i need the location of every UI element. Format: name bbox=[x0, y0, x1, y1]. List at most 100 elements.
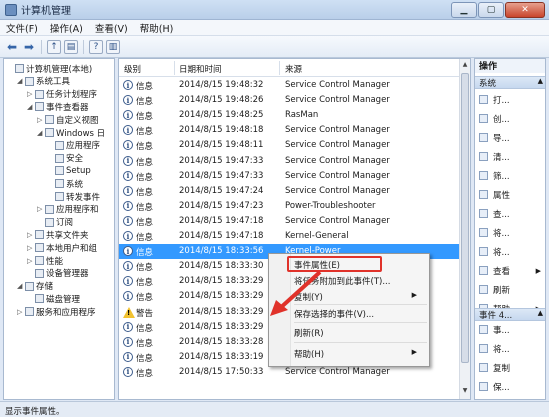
scroll-down-icon[interactable]: ▼ bbox=[461, 387, 469, 397]
back-icon[interactable]: ⬅ bbox=[5, 40, 19, 54]
tree-item[interactable]: ◢ 存储 bbox=[17, 280, 53, 293]
info-icon: i bbox=[123, 366, 133, 377]
event-row[interactable]: i 信息 2014/8/15 19:48:11 Service Control Man… bbox=[119, 138, 460, 153]
menu-help[interactable]: 帮助(H) bbox=[134, 21, 180, 35]
refresh-item[interactable]: 刷新(R) bbox=[294, 327, 427, 341]
action-item[interactable]: 复制 bbox=[479, 361, 543, 374]
action-item[interactable]: 导... bbox=[479, 131, 543, 144]
actions-section-system[interactable]: 系统 ▲ bbox=[475, 76, 545, 89]
menu-bar: 文件(F) 操作(A) 查看(V) 帮助(H) bbox=[0, 20, 549, 36]
help-icon[interactable]: ? bbox=[89, 39, 103, 54]
tree-item[interactable]: 应用程序 bbox=[47, 139, 100, 152]
collapse-icon[interactable]: ▲ bbox=[538, 77, 543, 85]
tree-item[interactable]: ▷ 服务和应用程序 bbox=[17, 305, 96, 318]
tree-item[interactable]: ▷ 应用程序和 bbox=[37, 203, 99, 216]
tree-item[interactable]: 订阅 bbox=[37, 216, 73, 229]
action-item[interactable]: 事... bbox=[479, 323, 543, 336]
maximize-button[interactable]: ▢ bbox=[478, 2, 504, 18]
event-row[interactable]: i 信息 2014/8/15 19:47:18 Kernel-General bbox=[119, 229, 460, 244]
tree-item[interactable]: 转发事件 bbox=[47, 190, 100, 203]
show-hide-tree-icon[interactable]: ▤ bbox=[64, 39, 78, 54]
expand-toggle-icon[interactable]: ◢ bbox=[17, 77, 25, 85]
forward-icon[interactable]: ➡ bbox=[22, 40, 36, 54]
event-row[interactable]: i 信息 2014/8/15 19:48:26 Service Control Man… bbox=[119, 93, 460, 108]
expand-toggle-icon[interactable]: ◢ bbox=[17, 282, 25, 290]
column-separator[interactable] bbox=[279, 61, 280, 75]
expand-toggle-icon[interactable]: ◢ bbox=[27, 103, 35, 111]
menu-separator bbox=[294, 342, 427, 343]
tree-item-label: 共享文件夹 bbox=[46, 230, 89, 241]
tree-item[interactable]: ▷ 任务计划程序 bbox=[27, 88, 97, 101]
action-item[interactable]: 筛... bbox=[479, 169, 543, 182]
menu-view[interactable]: 查看(V) bbox=[89, 21, 134, 35]
help-item[interactable]: 帮助(H) ▶ bbox=[294, 348, 427, 362]
tree-item[interactable]: 计算机管理(本地) bbox=[7, 62, 92, 75]
expand-toggle-icon[interactable]: ▷ bbox=[37, 205, 45, 213]
users-icon bbox=[35, 243, 44, 253]
minimize-button[interactable]: ▁ bbox=[451, 2, 477, 18]
event-row[interactable]: i 信息 2014/8/15 19:48:25 RasMan bbox=[119, 108, 460, 123]
event-level: 信息 bbox=[136, 142, 154, 153]
event-row[interactable]: i 信息 2014/8/15 19:48:32 Service Control Man… bbox=[119, 78, 460, 93]
event-row[interactable]: i 信息 2014/8/15 17:50:33 Service Control Man… bbox=[119, 365, 460, 380]
event-source: Service Control Manager bbox=[285, 170, 390, 181]
action-item[interactable]: 查看 ▶ bbox=[479, 264, 543, 277]
tree-item[interactable]: ▷ 本地用户和组 bbox=[27, 241, 97, 254]
event-row[interactable]: i 信息 2014/8/15 19:47:18 Service Control Man… bbox=[119, 214, 460, 229]
expand-toggle-icon[interactable]: ▷ bbox=[27, 257, 35, 265]
action-item[interactable]: 将... bbox=[479, 245, 543, 258]
action-item[interactable]: 刷新 bbox=[479, 283, 543, 296]
scrollbar-thumb[interactable] bbox=[461, 73, 469, 363]
expand-toggle-icon[interactable]: ▷ bbox=[17, 308, 25, 316]
event-source: Service Control Manager bbox=[285, 80, 390, 90]
column-header-level[interactable]: 级别 bbox=[124, 63, 141, 75]
event-row[interactable]: i 信息 2014/8/15 19:47:23 Power-Troubleshoote… bbox=[119, 199, 460, 214]
column-header-datetime[interactable]: 日期和时间 bbox=[179, 63, 222, 75]
column-header-source[interactable]: 来源 bbox=[285, 63, 302, 75]
expand-toggle-icon[interactable]: ▷ bbox=[27, 231, 35, 239]
action-item[interactable]: 将... bbox=[479, 226, 543, 239]
tree-item[interactable]: 设备管理器 bbox=[27, 267, 89, 280]
actions-section-event[interactable]: 事件 4... ▲ bbox=[475, 308, 545, 321]
tree-item[interactable]: ◢ 事件查看器 bbox=[27, 100, 89, 113]
action-item[interactable]: 清... bbox=[479, 150, 543, 163]
folder-icon bbox=[45, 115, 54, 125]
event-datetime: 2014/8/15 18:33:19 bbox=[179, 351, 264, 362]
menu-action[interactable]: 操作(A) bbox=[44, 21, 89, 35]
event-row[interactable]: i 信息 2014/8/15 19:47:33 Service Control Man… bbox=[119, 169, 460, 184]
tree-item[interactable]: ◢ Windows 日 bbox=[37, 126, 105, 139]
up-folder-icon[interactable]: ↑ bbox=[47, 39, 61, 54]
action-item[interactable]: 查... bbox=[479, 207, 543, 220]
tree-item[interactable]: 安全 bbox=[47, 152, 83, 165]
event-row[interactable]: i 信息 2014/8/15 19:48:18 Service Control Man… bbox=[119, 123, 460, 138]
tree-item[interactable]: ▷ 共享文件夹 bbox=[27, 228, 89, 241]
action-item[interactable]: 属性 bbox=[479, 188, 543, 201]
expand-toggle-icon[interactable]: ▷ bbox=[37, 116, 45, 124]
device-manager-icon bbox=[35, 268, 44, 278]
action-item[interactable]: 打... bbox=[479, 93, 543, 106]
expand-toggle-icon[interactable]: ▷ bbox=[27, 90, 35, 98]
event-row[interactable]: i 信息 2014/8/15 19:47:33 Service Control Man… bbox=[119, 154, 460, 169]
tree-item[interactable]: 系统 bbox=[47, 177, 83, 190]
expand-toggle-icon[interactable]: ▷ bbox=[27, 244, 35, 252]
action-item[interactable]: 刷新 bbox=[479, 399, 543, 400]
tree-item[interactable]: ▷ 自定义视图 bbox=[37, 113, 99, 126]
collapse-icon[interactable]: ▲ bbox=[538, 309, 543, 317]
event-row[interactable]: i 信息 2014/8/15 19:47:24 Service Control Man… bbox=[119, 184, 460, 199]
action-item[interactable]: 创... bbox=[479, 112, 543, 125]
action-item[interactable]: 保... bbox=[479, 380, 543, 393]
column-separator[interactable] bbox=[174, 61, 175, 75]
tree-item[interactable]: ▷ 性能 bbox=[27, 254, 63, 267]
toolbar-separator bbox=[41, 39, 42, 54]
list-scrollbar[interactable]: ▲ ▼ bbox=[459, 59, 470, 399]
tree-item[interactable]: 磁盘管理 bbox=[27, 292, 80, 305]
show-action-pane-icon[interactable]: ▥ bbox=[106, 39, 120, 54]
menu-file[interactable]: 文件(F) bbox=[0, 21, 44, 35]
log-icon bbox=[55, 166, 64, 176]
scroll-up-icon[interactable]: ▲ bbox=[461, 61, 469, 71]
tree-item[interactable]: Setup bbox=[47, 164, 91, 177]
action-item[interactable]: 将... bbox=[479, 342, 543, 355]
tree-item[interactable]: ◢ 系统工具 bbox=[17, 75, 70, 88]
close-button[interactable]: ✕ bbox=[505, 2, 545, 18]
expand-toggle-icon[interactable]: ◢ bbox=[37, 129, 45, 137]
